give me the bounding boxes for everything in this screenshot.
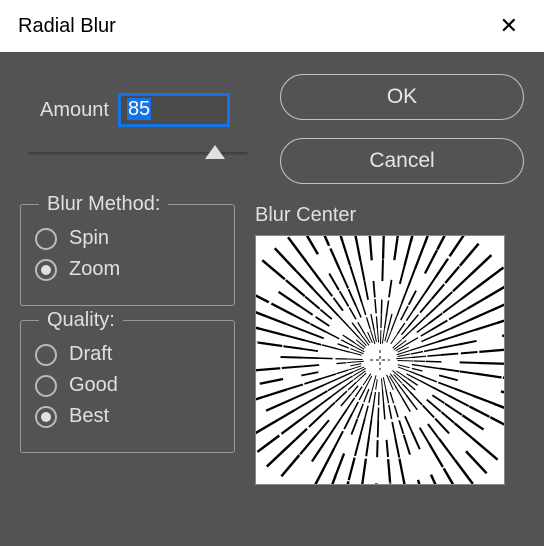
amount-input[interactable]: 85 [119, 94, 229, 126]
blur-method-spin[interactable]: Spin [35, 227, 220, 250]
radio-label: Best [69, 405, 109, 428]
quality-group: Quality: Draft Good Best [20, 320, 235, 453]
quality-good[interactable]: Good [35, 374, 220, 397]
radio-icon [35, 375, 57, 397]
window-title: Radial Blur [18, 15, 116, 38]
slider-thumb[interactable] [205, 145, 225, 159]
radio-icon [35, 259, 57, 281]
dialog-content: Amount 85 OK Cancel Blur Method: Spin [0, 52, 544, 505]
radio-icon [35, 344, 57, 366]
ok-button[interactable]: OK [280, 74, 524, 120]
radio-label: Spin [69, 227, 109, 250]
blur-method-zoom[interactable]: Zoom [35, 258, 220, 281]
quality-draft[interactable]: Draft [35, 343, 220, 366]
cancel-button[interactable]: Cancel [280, 138, 524, 184]
radio-label: Zoom [69, 258, 120, 281]
amount-slider[interactable] [28, 146, 248, 164]
titlebar: Radial Blur ✕ [0, 0, 544, 52]
blur-center-label: Blur Center [255, 204, 524, 227]
radio-label: Good [69, 374, 118, 397]
quality-best[interactable]: Best [35, 405, 220, 428]
blur-method-legend: Blur Method: [39, 193, 168, 216]
close-icon[interactable]: ✕ [492, 9, 526, 43]
radio-label: Draft [69, 343, 112, 366]
radio-icon [35, 228, 57, 250]
blur-center-preview[interactable] [255, 235, 505, 485]
radio-icon [35, 406, 57, 428]
amount-label: Amount [40, 99, 109, 122]
quality-legend: Quality: [39, 309, 123, 332]
blur-method-group: Blur Method: Spin Zoom [20, 204, 235, 306]
